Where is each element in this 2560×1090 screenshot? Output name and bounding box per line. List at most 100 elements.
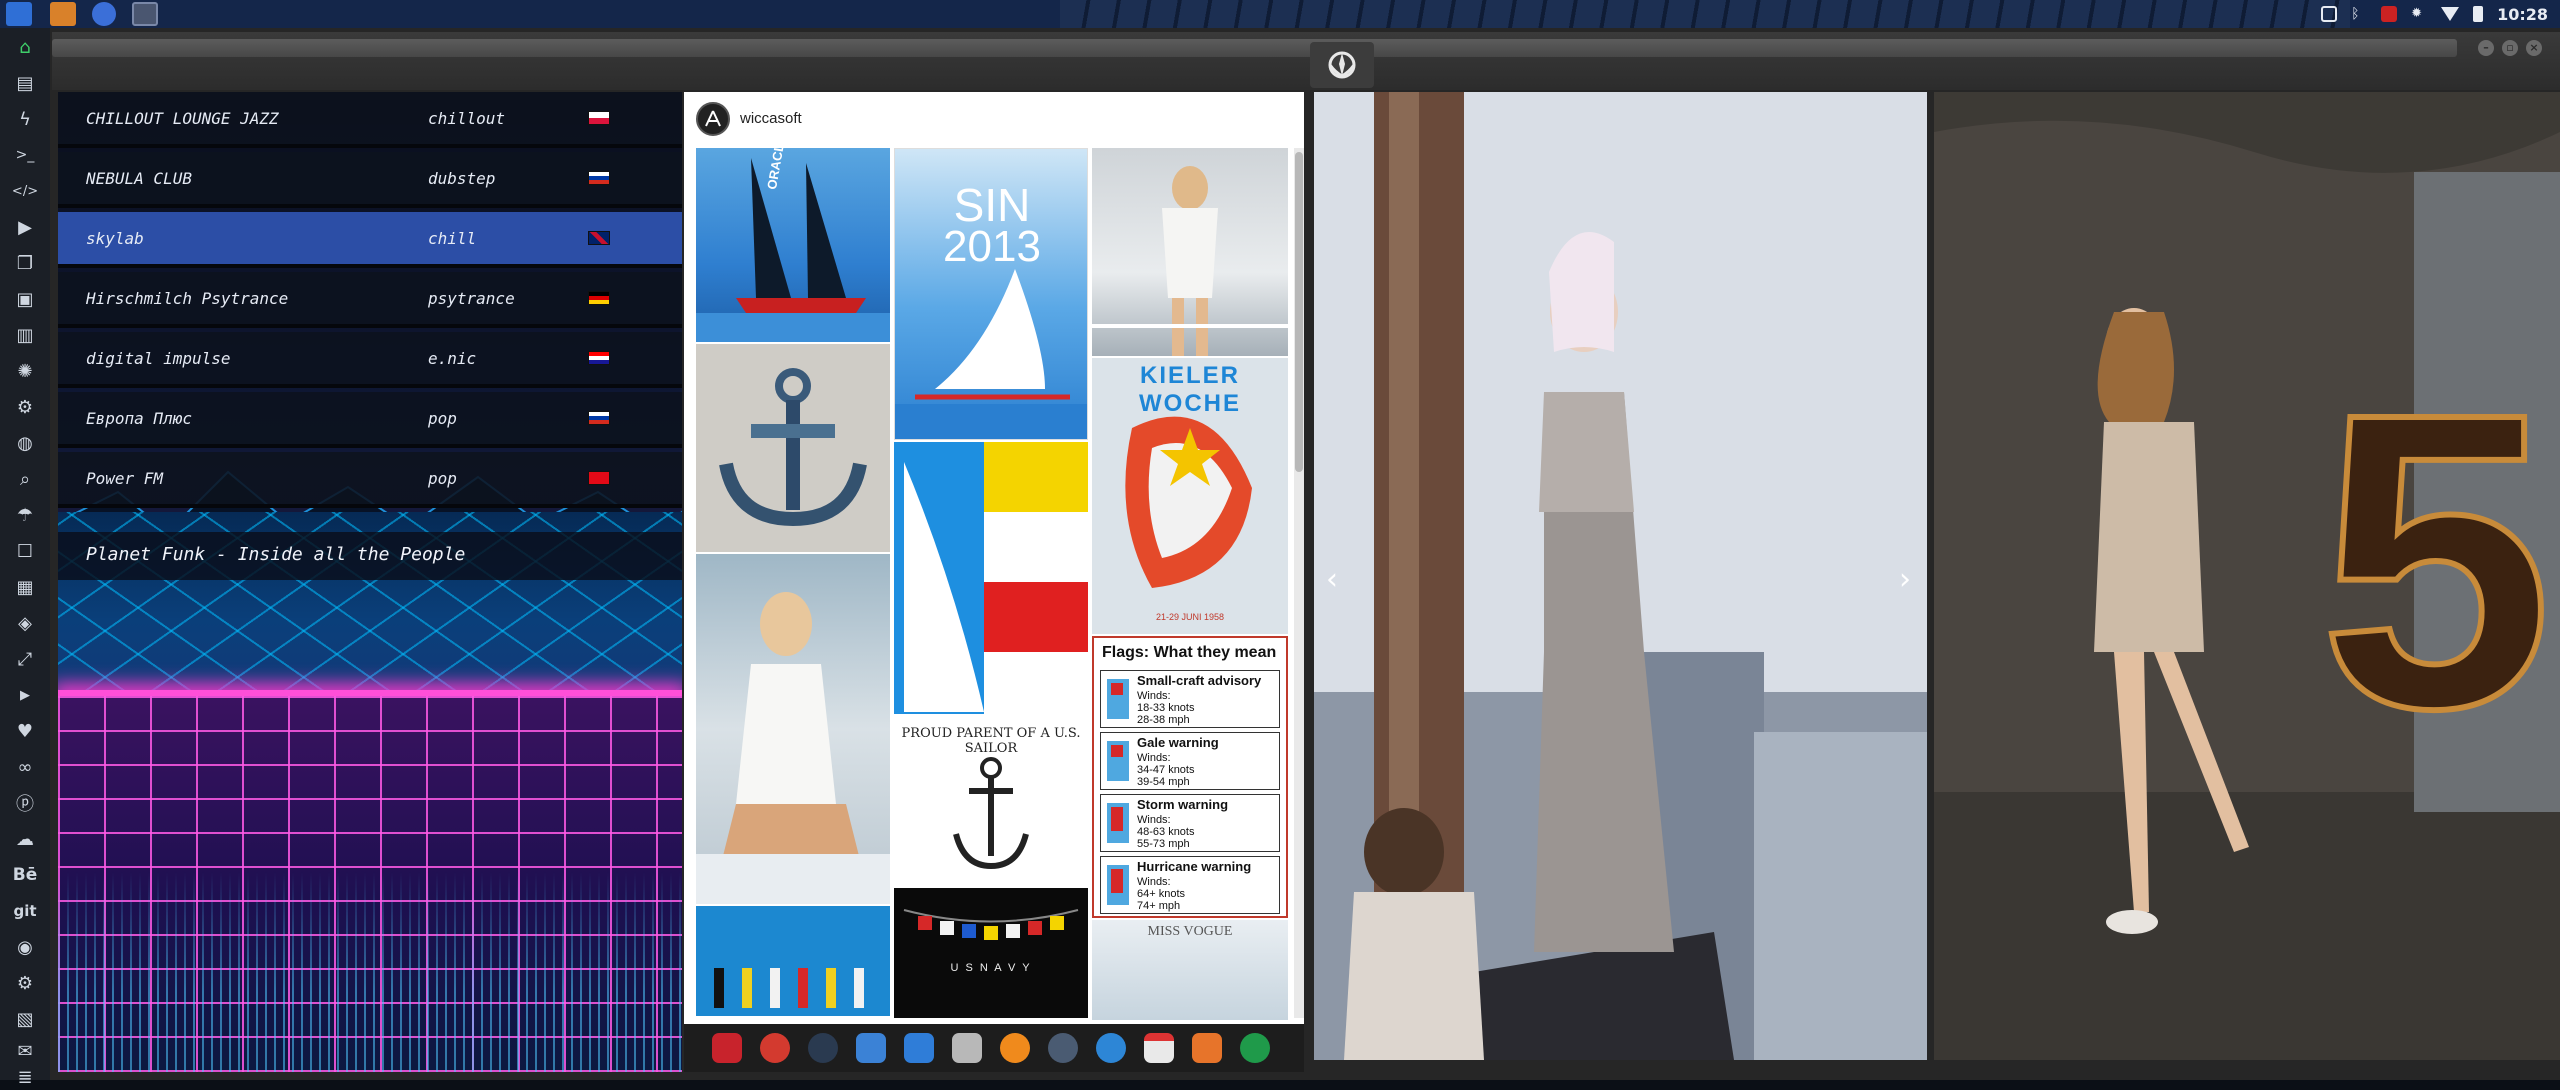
dock-clock-icon[interactable] [1048, 1033, 1078, 1063]
photo-prev-arrow[interactable]: ‹ [1326, 562, 1338, 597]
umbrella-icon[interactable]: ☂ [12, 502, 38, 528]
skyscraper-photo-illustration [1314, 92, 1927, 1060]
bolt-icon[interactable]: ϟ [12, 106, 38, 132]
cloud-icon[interactable]: ☁ [12, 826, 38, 852]
search-icon[interactable]: ⌕ [12, 466, 38, 492]
pin-swimsuit-model[interactable] [1092, 148, 1288, 356]
sublime-taskbar-icon[interactable] [50, 2, 76, 26]
station-row[interactable]: Power FM pop [58, 452, 682, 508]
anchor-icon [953, 757, 1029, 870]
pin-us-navy-flags[interactable]: U S N A V Y [894, 888, 1088, 1018]
dock-web-icon[interactable] [1096, 1033, 1126, 1063]
user-avatar[interactable] [696, 102, 730, 136]
station-name: NEBULA CLUB [86, 168, 192, 188]
pin-flags-what-they-mean[interactable]: Flags: What they mean Small-craft adviso… [1092, 636, 1288, 918]
gears-icon[interactable]: ⚙ [12, 970, 38, 996]
server-icon[interactable]: ≣ [12, 1064, 38, 1090]
chromium-taskbar-icon[interactable] [92, 2, 116, 26]
files-taskbar-icon[interactable] [6, 2, 32, 26]
slides-icon[interactable]: ▦ [12, 574, 38, 600]
heart-icon[interactable]: ♥ [12, 718, 38, 744]
alert-tray-icon[interactable] [2381, 6, 2398, 22]
station-row[interactable]: CHILLOUT LOUNGE JAZZ chillout [58, 92, 682, 148]
station-row[interactable]: digital impulse e.nic [58, 332, 682, 388]
git-icon[interactable]: git [12, 898, 38, 924]
board-scrollbar-thumb[interactable] [1295, 152, 1303, 472]
bunting-flags-illustration [903, 909, 1079, 940]
dock-app-icon-1[interactable] [712, 1033, 742, 1063]
maximize-button[interactable]: ▫ [2502, 40, 2518, 56]
news-icon[interactable]: ▥ [12, 322, 38, 348]
pin-miss-vogue[interactable]: MISS VOGUE [1092, 920, 1288, 1020]
now-playing-bar[interactable]: Planet Funk - Inside all the People [58, 532, 682, 580]
dock-timer-icon[interactable] [760, 1033, 790, 1063]
globe-icon[interactable]: ◍ [12, 430, 38, 456]
pin-signal-flags-blue[interactable] [696, 906, 890, 1016]
settings-tray-icon[interactable]: ✹ [2411, 6, 2427, 22]
us-navy-text: U S N A V Y [950, 962, 1032, 974]
link-icon[interactable]: ∞ [12, 754, 38, 780]
pin-kieler-woche-poster[interactable]: KIELER WOCHE 21-29 JUNI 1958 [1092, 358, 1288, 634]
map-icon[interactable]: ▧ [12, 1006, 38, 1032]
image-tray-icon[interactable] [2321, 6, 2338, 22]
github-icon[interactable]: ◉ [12, 934, 38, 960]
photo-skyscraper-gown[interactable]: ‹ › [1314, 92, 1927, 1060]
settings-icon[interactable]: ⚙ [12, 394, 38, 420]
window-taskbar-icon[interactable] [132, 2, 158, 26]
home-icon[interactable]: ⌂ [12, 34, 38, 60]
image-icon[interactable]: ▣ [12, 286, 38, 312]
minimize-button[interactable]: – [2478, 40, 2494, 56]
photo-chanel-five[interactable]: 5 [1934, 92, 2560, 1060]
bluetooth-icon[interactable]: ᛒ [2351, 6, 2367, 22]
pin-proud-parent-sailor[interactable]: PROUD PARENT OF A U.S. SAILOR [894, 716, 1088, 886]
station-row[interactable]: Hirschmilch Psytrance psytrance [58, 272, 682, 328]
play-icon[interactable]: ▶ [12, 214, 38, 240]
expand-icon[interactable]: ⤢ [12, 646, 38, 672]
dock-photos-icon[interactable] [856, 1033, 886, 1063]
app-dock [684, 1024, 1304, 1072]
dock-terminal-icon[interactable] [1192, 1033, 1222, 1063]
pin-oracle-yacht[interactable]: ORACLE [696, 148, 890, 342]
station-name: Power FM [86, 468, 164, 488]
dock-news-icon[interactable] [952, 1033, 982, 1063]
window-titlebar[interactable]: – ▫ × [52, 32, 2560, 90]
station-name: skylab [86, 228, 144, 248]
copy-icon[interactable]: ❐ [12, 250, 38, 276]
close-button[interactable]: × [2526, 40, 2542, 56]
dock-search-icon[interactable] [1000, 1033, 1030, 1063]
contact-icon[interactable]: ☐ [12, 538, 38, 564]
document-icon[interactable]: ▤ [12, 70, 38, 96]
board-scrollbar[interactable] [1294, 148, 1304, 1018]
dock-calendar-icon[interactable] [1144, 1033, 1174, 1063]
code-icon[interactable]: </> [12, 178, 38, 204]
dock-yandex-icon[interactable] [1240, 1033, 1270, 1063]
battery-icon[interactable] [2473, 6, 2484, 22]
clock[interactable]: 10:28 [2497, 5, 2548, 24]
rebel-emblem-icon [1328, 51, 1356, 79]
station-row[interactable]: Европа Плюс pop [58, 392, 682, 448]
behance-icon[interactable]: Bē [12, 862, 38, 888]
dock-translate-icon[interactable] [904, 1033, 934, 1063]
warning-flag-icon [1107, 803, 1129, 843]
pinterest-icon[interactable]: ⓟ [12, 790, 38, 816]
youtube-icon[interactable]: ▶ [12, 682, 38, 708]
terminal-icon[interactable]: >_ [12, 142, 38, 168]
dock-globe-dark-icon[interactable] [808, 1033, 838, 1063]
spinnaker-illustration [1125, 416, 1252, 588]
wifi-icon[interactable] [2441, 7, 2460, 21]
station-row[interactable]: skylab chill [58, 212, 682, 268]
pin-sin-2013-poster[interactable]: SIN 2013 [894, 148, 1088, 440]
pin-kieler-abstract-sail[interactable] [894, 442, 1088, 714]
now-playing-title: Planet Funk - Inside all the People [86, 544, 466, 565]
pin-anchor-pattern[interactable] [696, 344, 890, 552]
tab-strip[interactable] [52, 39, 2457, 57]
tag-icon[interactable]: ◈ [12, 610, 38, 636]
photo-next-arrow[interactable]: › [1899, 562, 1911, 597]
station-genre: pop [428, 468, 457, 488]
rebel-logo-icon[interactable] [1310, 42, 1374, 88]
mail-icon[interactable]: ✉ [12, 1038, 38, 1064]
pin-woman-on-boat[interactable] [696, 554, 890, 904]
aperture-icon[interactable]: ✺ [12, 358, 38, 384]
username[interactable]: wiccasoft [740, 110, 802, 127]
station-row[interactable]: NEBULA CLUB dubstep [58, 152, 682, 208]
